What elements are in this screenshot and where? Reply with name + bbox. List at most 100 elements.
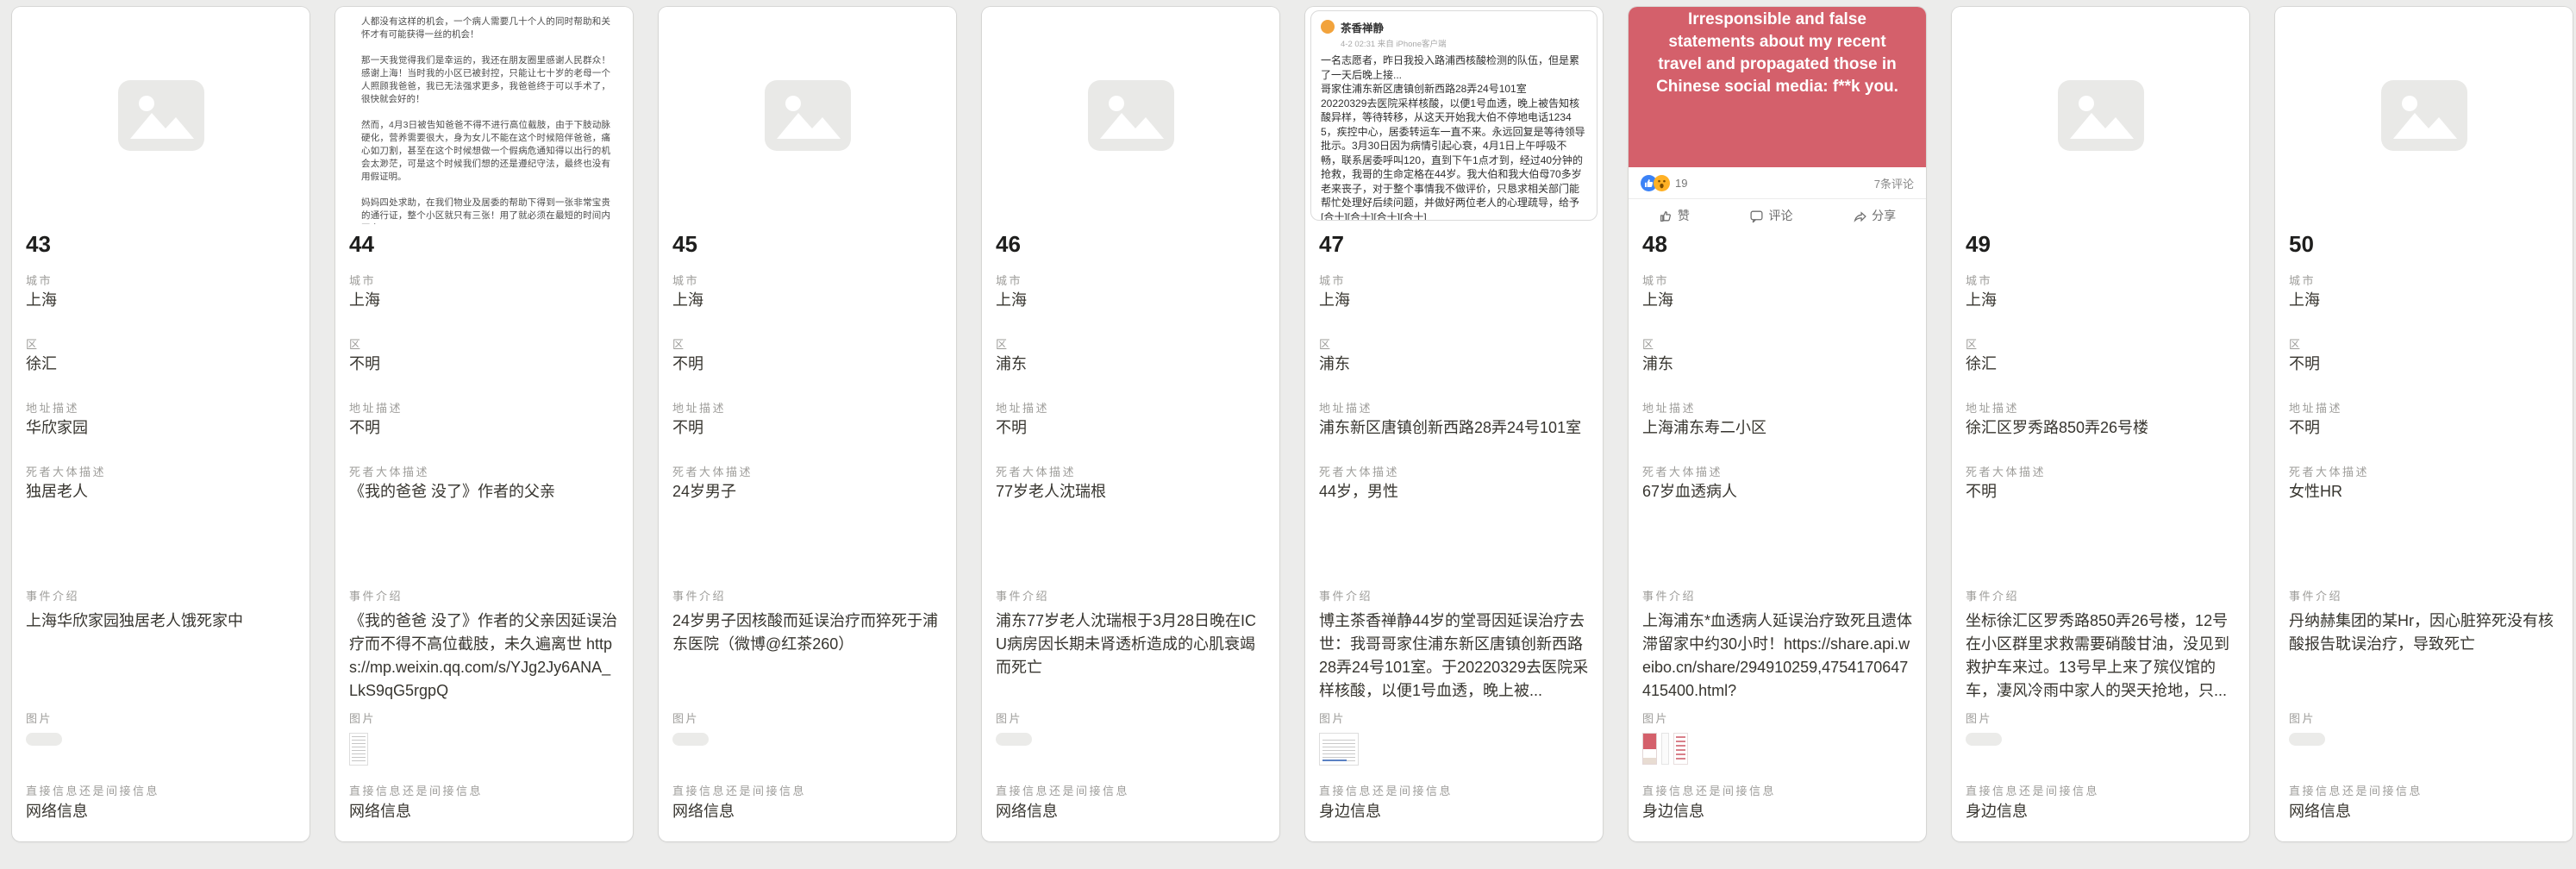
screenshot-thumbnail[interactable] [1319, 733, 1359, 766]
value-source-type: 身边信息 [1966, 801, 2235, 822]
label-city: 城市 [1966, 272, 1992, 288]
label-district: 区 [349, 335, 363, 352]
label-image: 图片 [1642, 710, 1669, 726]
record-card-43[interactable]: 43 城市 上海 区 徐汇 地址描述 华欣家园 死者大体描述 独居老人 事件介绍… [12, 7, 309, 841]
weibo-post-meta: 4-2 02:31 来自 iPhone客户端 [1341, 37, 1447, 49]
image-thumbnails [996, 733, 1032, 767]
value-district: 徐汇 [26, 353, 296, 375]
value-district: 不明 [2289, 353, 2559, 375]
label-city: 城市 [672, 272, 699, 288]
image-thumbnail[interactable] [1661, 733, 1669, 765]
label-source-type: 直接信息还是间接信息 [996, 782, 1129, 798]
label-event: 事件介绍 [1966, 587, 2019, 603]
record-card-50[interactable]: 50 城市 上海 区 不明 地址描述 不明 死者大体描述 女性HR 事件介绍 丹… [2275, 7, 2573, 841]
label-deceased: 死者大体描述 [349, 463, 429, 479]
value-source-type: 网络信息 [349, 801, 619, 822]
value-event: 博主茶香禅静44岁的堂哥因延误治疗去世：我哥哥家住浦东新区唐镇创新西路28弄24… [1319, 610, 1589, 703]
value-event: 上海浦东*血透病人延误治疗致死且遗体滞留家中约30小时！https://shar… [1642, 610, 1912, 703]
image-thumbnails [1966, 733, 2002, 767]
value-address: 不明 [996, 417, 1266, 439]
image-thumbnail[interactable] [1966, 733, 2002, 746]
label-source-type: 直接信息还是间接信息 [672, 782, 806, 798]
value-city: 上海 [1642, 290, 1912, 311]
record-card-45[interactable]: 45 城市 上海 区 不明 地址描述 不明 死者大体描述 24岁男子 事件介绍 … [659, 7, 956, 841]
image-thumbnail[interactable] [1642, 733, 1657, 765]
card-title: 46 [996, 231, 1021, 258]
share-button[interactable]: 分享 [1853, 207, 1896, 224]
label-image: 图片 [996, 710, 1022, 726]
weibo-post: 茶香禅静 4-2 02:31 来自 iPhone客户端 一名志愿者，昨日我投入路… [1310, 10, 1597, 221]
label-district: 区 [672, 335, 686, 352]
label-source-type: 直接信息还是间接信息 [349, 782, 483, 798]
label-district: 区 [1966, 335, 1979, 352]
image-placeholder-icon [2381, 80, 2467, 151]
value-event: 浦东77岁老人沈瑞根于3月28日晚在ICU病房因长期未肾透析造成的心肌衰竭而死亡 [996, 610, 1266, 679]
label-district: 区 [26, 335, 40, 352]
image-thumbnail[interactable] [1673, 733, 1688, 765]
value-address: 上海浦东寿二小区 [1642, 417, 1912, 439]
value-deceased: 《我的爸爸 没了》作者的父亲 [349, 481, 619, 503]
label-address: 地址描述 [2289, 399, 2342, 416]
image-thumbnail[interactable] [672, 733, 709, 746]
label-district: 区 [996, 335, 1010, 352]
value-deceased: 不明 [1966, 481, 2235, 503]
label-image: 图片 [672, 710, 699, 726]
label-address: 地址描述 [996, 399, 1049, 416]
label-source-type: 直接信息还是间接信息 [1319, 782, 1453, 798]
label-deceased: 死者大体描述 [26, 463, 106, 479]
label-district: 区 [2289, 335, 2303, 352]
record-card-44[interactable]: 人都没有这样的机会，一个病人需要几十个人的同时帮助和关怀才有可能获得一丝的机会！… [335, 7, 633, 841]
record-card-48[interactable]: Irresponsible and false statements about… [1629, 7, 1926, 841]
share-arrow-icon [1853, 209, 1867, 223]
value-city: 上海 [996, 290, 1266, 311]
value-address: 华欣家园 [26, 417, 296, 439]
image-thumbnail[interactable] [996, 733, 1032, 746]
label-image: 图片 [349, 710, 376, 726]
image-thumbnails [1319, 733, 1359, 767]
record-card-47[interactable]: 茶香禅静 4-2 02:31 来自 iPhone客户端 一名志愿者，昨日我投入路… [1305, 7, 1603, 841]
label-source-type: 直接信息还是间接信息 [1642, 782, 1776, 798]
card-title: 48 [1642, 231, 1667, 258]
label-deceased: 死者大体描述 [996, 463, 1076, 479]
card-cover [982, 7, 1279, 224]
label-image: 图片 [26, 710, 53, 726]
value-source-type: 身边信息 [1642, 801, 1912, 822]
comment-bubble-icon [1749, 209, 1764, 223]
label-city: 城市 [996, 272, 1022, 288]
comments-count[interactable]: 7条评论 [1874, 175, 1914, 191]
value-city: 上海 [672, 290, 942, 311]
value-deceased: 44岁，男性 [1319, 481, 1589, 503]
label-address: 地址描述 [1319, 399, 1372, 416]
card-cover-article: 人都没有这样的机会，一个病人需要几十个人的同时帮助和关怀才有可能获得一丝的机会！… [335, 7, 633, 224]
image-thumbnail[interactable] [26, 733, 62, 746]
image-thumbnails [349, 733, 368, 767]
record-card-49[interactable]: 49 城市 上海 区 徐汇 地址描述 徐汇区罗秀路850弄26号楼 死者大体描述… [1952, 7, 2249, 841]
value-city: 上海 [1966, 290, 2235, 311]
value-deceased: 67岁血透病人 [1642, 481, 1912, 503]
image-placeholder-icon [118, 80, 204, 151]
image-thumbnail[interactable] [2289, 733, 2325, 746]
like-button[interactable]: 赞 [1659, 207, 1690, 224]
value-source-type: 网络信息 [996, 801, 1266, 822]
comment-button[interactable]: 评论 [1749, 207, 1792, 224]
label-source-type: 直接信息还是间接信息 [1966, 782, 2099, 798]
value-address: 浦东新区唐镇创新西路28弄24号101室 [1319, 417, 1589, 439]
value-source-type: 网络信息 [672, 801, 942, 822]
value-city: 上海 [1319, 290, 1589, 311]
image-placeholder-icon [765, 80, 851, 151]
record-card-46[interactable]: 46 城市 上海 区 浦东 地址描述 不明 死者大体描述 77岁老人沈瑞根 事件… [982, 7, 1279, 841]
label-image: 图片 [2289, 710, 2316, 726]
thumbs-up-icon [1659, 209, 1673, 223]
label-event: 事件介绍 [996, 587, 1049, 603]
label-city: 城市 [349, 272, 376, 288]
value-district: 浦东 [996, 353, 1266, 375]
label-district: 区 [1319, 335, 1333, 352]
document-thumbnail[interactable] [349, 733, 368, 766]
card-cover [2275, 7, 2573, 224]
article-excerpt: 人都没有这样的机会，一个病人需要几十个人的同时帮助和关怀才有可能获得一丝的机会！… [335, 7, 633, 224]
card-cover [659, 7, 956, 224]
gallery-page: 43 城市 上海 区 徐汇 地址描述 华欣家园 死者大体描述 独居老人 事件介绍… [0, 0, 2576, 869]
label-address: 地址描述 [26, 399, 79, 416]
card-title: 44 [349, 231, 374, 258]
value-district: 不明 [672, 353, 942, 375]
